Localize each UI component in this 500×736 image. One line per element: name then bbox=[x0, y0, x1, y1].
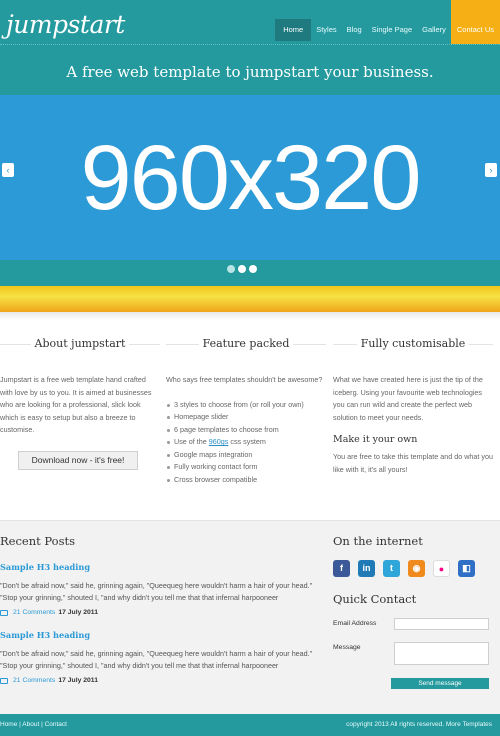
grid-prefix: Use of the bbox=[174, 437, 209, 446]
about-column: About jumpstart Jumpstart is a free web … bbox=[0, 330, 160, 480]
list-item: Google maps integration bbox=[166, 449, 326, 462]
features-heading-wrap: Feature packed bbox=[166, 330, 326, 358]
site-footer: Home | About | Contact copyright 2013 Al… bbox=[0, 714, 500, 736]
delicious-icon[interactable]: ◧ bbox=[458, 560, 475, 577]
post-item: Sample H3 heading "Don't be afraid now,"… bbox=[0, 562, 325, 616]
slider-next-arrow-icon[interactable]: › bbox=[485, 163, 497, 177]
post-meta: 21 Comments 17 July 2011 bbox=[0, 609, 325, 616]
list-item: Fully working contact form bbox=[166, 461, 326, 474]
features-list: 3 styles to choose from (or roll your ow… bbox=[166, 399, 326, 487]
slider-dot-1[interactable] bbox=[227, 265, 235, 273]
nav-gallery[interactable]: Gallery bbox=[417, 25, 451, 35]
slide-text: 960x320 bbox=[80, 127, 422, 229]
custom-heading-wrap: Fully customisable bbox=[333, 330, 493, 358]
post-item: Sample H3 heading "Don't be afraid now,"… bbox=[0, 630, 325, 684]
post-meta: 21 Comments 17 July 2011 bbox=[0, 677, 325, 684]
post-body: "Don't be afraid now," said he, grinning… bbox=[0, 581, 313, 602]
social-icons: f in t ◉ ● ◧ bbox=[333, 560, 475, 577]
about-heading-wrap: About jumpstart bbox=[0, 330, 160, 358]
message-field[interactable] bbox=[394, 642, 489, 665]
custom-text: What we have created here is just the ti… bbox=[333, 375, 483, 422]
rss-icon[interactable]: ◉ bbox=[408, 560, 425, 577]
post-title[interactable]: Sample H3 heading bbox=[0, 630, 325, 640]
tagline: A free web template to jumpstart your bu… bbox=[66, 63, 434, 81]
slider-dots bbox=[227, 265, 257, 273]
slider-footer-band bbox=[0, 260, 500, 286]
send-message-button[interactable]: Send message bbox=[391, 678, 489, 689]
list-item: Cross browser compatible bbox=[166, 474, 326, 487]
nav-home[interactable]: Home bbox=[275, 19, 312, 41]
homepage-slider: 960x320 ‹ › bbox=[0, 95, 500, 260]
list-item: 3 styles to choose from (or roll your ow… bbox=[166, 399, 326, 412]
custom-heading: Fully customisable bbox=[356, 330, 470, 358]
nav-blog[interactable]: Blog bbox=[342, 25, 367, 35]
960gs-link[interactable]: 960gs bbox=[209, 437, 229, 446]
list-item: Homepage slider bbox=[166, 411, 326, 424]
list-item: Use of the 960gs css system bbox=[166, 436, 326, 449]
list-item: 6 page templates to choose from bbox=[166, 424, 326, 437]
grid-suffix: css system bbox=[228, 437, 266, 446]
band-shadow bbox=[0, 312, 500, 320]
features-column: Feature packed Who says free templates s… bbox=[166, 330, 326, 486]
header-divider bbox=[0, 44, 500, 45]
site-header: jumpstart Home Styles Blog Single Page G… bbox=[0, 0, 500, 95]
customisable-column: Fully customisable What we have created … bbox=[333, 330, 493, 476]
slider-dot-3[interactable] bbox=[249, 265, 257, 273]
flickr-icon[interactable]: ● bbox=[433, 560, 450, 577]
message-label: Message bbox=[333, 644, 361, 651]
slider-dot-2[interactable] bbox=[238, 265, 246, 273]
nav-contact-us[interactable]: Contact Us bbox=[450, 0, 500, 44]
nav-styles[interactable]: Styles bbox=[311, 25, 341, 35]
about-text: Jumpstart is a free web template hand cr… bbox=[0, 375, 152, 434]
on-the-internet-heading: On the internet bbox=[333, 534, 423, 548]
footer-links[interactable]: Home | About | Contact bbox=[0, 721, 67, 728]
make-it-your-own-heading: Make it your own bbox=[333, 434, 418, 445]
site-logo[interactable]: jumpstart bbox=[6, 10, 125, 39]
comments-link[interactable]: 21 Comments bbox=[13, 609, 55, 616]
features-intro: Who says free templates shouldn't be awe… bbox=[166, 375, 323, 384]
main-nav: Home Styles Blog Single Page Gallery Con… bbox=[275, 0, 500, 44]
email-label: Email Address bbox=[333, 620, 377, 627]
email-field[interactable] bbox=[394, 618, 489, 630]
comment-icon bbox=[0, 677, 8, 684]
post-body: "Don't be afraid now," said he, grinning… bbox=[0, 649, 313, 670]
comments-link[interactable]: 21 Comments bbox=[13, 677, 55, 684]
footer-copyright: copyright 2013 All rights reserved. More… bbox=[346, 721, 492, 728]
quick-contact-heading: Quick Contact bbox=[333, 592, 417, 606]
recent-posts-heading: Recent Posts bbox=[0, 534, 76, 548]
custom-text-2: You are free to take this template and d… bbox=[333, 452, 493, 474]
post-date: 17 July 2011 bbox=[58, 609, 98, 616]
facebook-icon[interactable]: f bbox=[333, 560, 350, 577]
about-heading: About jumpstart bbox=[30, 330, 130, 358]
nav-single-page[interactable]: Single Page bbox=[367, 25, 417, 35]
linkedin-icon[interactable]: in bbox=[358, 560, 375, 577]
post-title[interactable]: Sample H3 heading bbox=[0, 562, 325, 572]
post-date: 17 July 2011 bbox=[58, 677, 98, 684]
download-button[interactable]: Download now - it's free! bbox=[18, 451, 138, 470]
accent-band bbox=[0, 286, 500, 312]
twitter-icon[interactable]: t bbox=[383, 560, 400, 577]
features-heading: Feature packed bbox=[198, 330, 294, 358]
comment-icon bbox=[0, 609, 8, 616]
slider-prev-arrow-icon[interactable]: ‹ bbox=[2, 163, 14, 177]
